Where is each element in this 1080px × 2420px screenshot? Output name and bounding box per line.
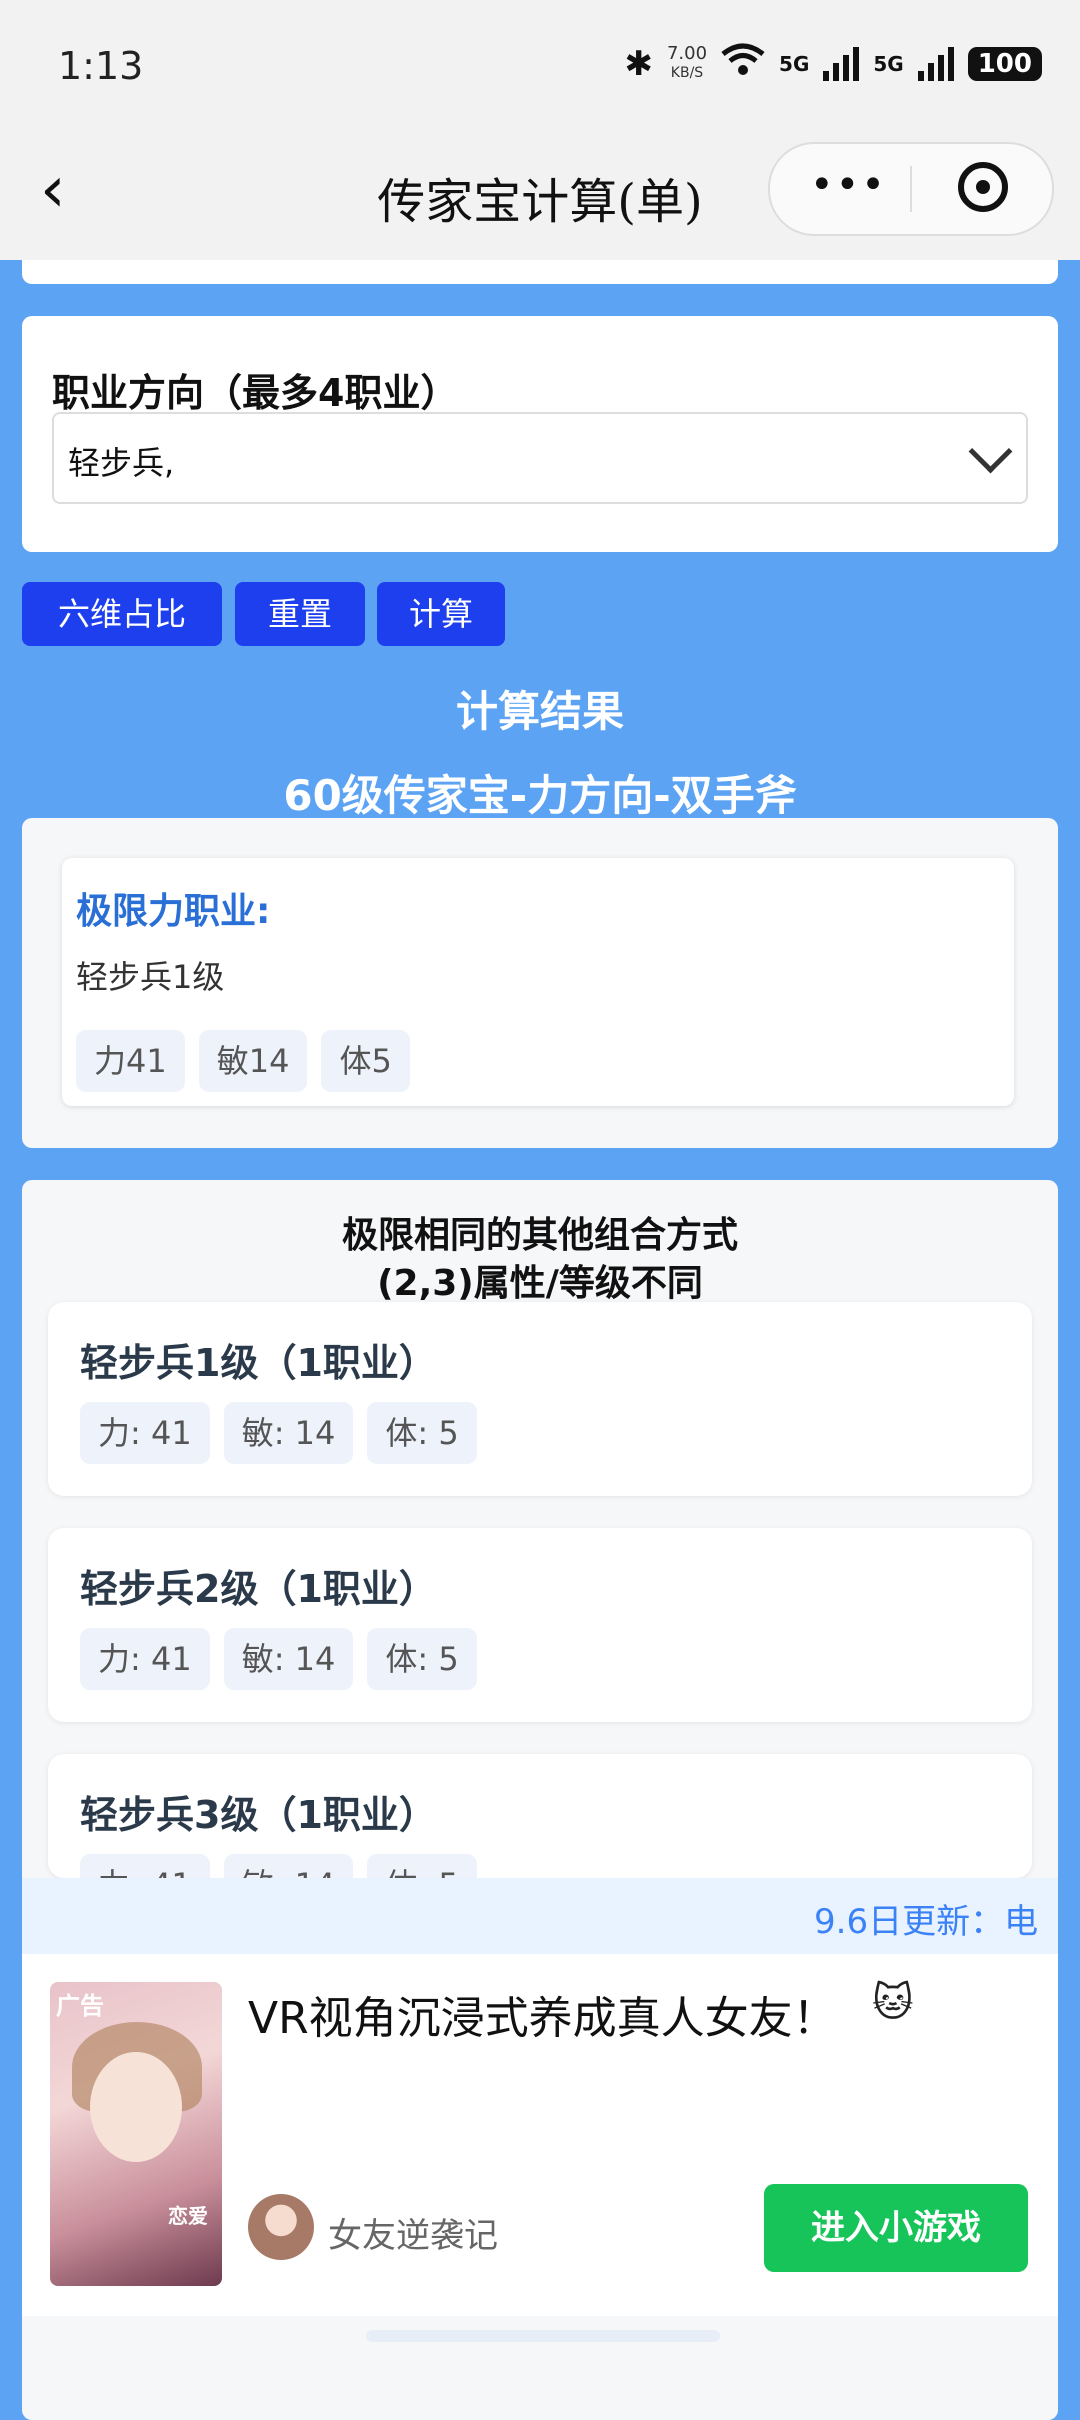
wifi-icon	[721, 42, 765, 85]
limit-title: 极限力职业:	[76, 891, 271, 932]
status-bar: 1:13 ✱ 7.00 KB/S 5G 5G 100	[0, 0, 1080, 130]
ratio-button[interactable]: 六维占比	[22, 582, 222, 646]
stat-chip: 敏: 14	[223, 1854, 354, 1878]
stat-chip: 敏: 14	[223, 1402, 354, 1464]
combo-name: 轻步兵2级（1职业）	[80, 1567, 437, 1611]
combo-item: 轻步兵2级（1职业） 力: 41 敏: 14 体: 5	[48, 1528, 1032, 1722]
capsule-divider	[910, 166, 912, 212]
nav-bar: ‹ 传家宝计算(单) •••	[0, 130, 1080, 260]
ad-tag: 广告	[56, 1992, 104, 2020]
combo-stats: 力: 41 敏: 14 体: 5	[80, 1402, 477, 1464]
result-heading: 计算结果	[455, 687, 624, 736]
bluetooth-icon: ✱	[624, 43, 653, 84]
combo-item: 轻步兵3级（1职业） 力: 41 敏: 14 体: 5	[48, 1754, 1032, 1878]
combo-name: 轻步兵1级（1职业）	[80, 1341, 437, 1385]
home-indicator[interactable]	[366, 2330, 720, 2342]
career-card: 职业方向（最多4职业） 轻步兵,	[22, 316, 1058, 552]
more-dots-icon[interactable]: •••	[810, 162, 887, 208]
ad-source-name: 女友逆袭记	[328, 2216, 498, 2256]
ad-avatar	[248, 2194, 314, 2260]
chevron-down-icon	[968, 429, 1013, 474]
stat-chip: 力41	[76, 1030, 185, 1092]
update-marquee: 9.6日更新：电	[22, 1878, 1058, 1954]
battery-indicator: 100	[967, 46, 1042, 81]
combo-heading-line2: (2,3)属性/等级不同	[377, 1263, 703, 1304]
close-target-icon[interactable]	[958, 162, 1008, 212]
stat-chip: 敏: 14	[223, 1628, 354, 1690]
career-selected-value: 轻步兵,	[68, 444, 175, 482]
signal-2-icon	[917, 46, 954, 81]
ad-title[interactable]: VR视角沉浸式养成真人女友！	[248, 1982, 837, 2046]
career-select[interactable]: 轻步兵,	[52, 412, 1028, 504]
career-label: 职业方向（最多4职业）	[52, 371, 459, 415]
status-time: 1:13	[58, 44, 144, 88]
status-icons: ✱ 7.00 KB/S 5G 5G 100	[624, 42, 1042, 85]
stat-chip: 体: 5	[367, 1402, 477, 1464]
reset-button[interactable]: 重置	[235, 582, 365, 646]
signal-1-icon	[823, 46, 860, 81]
stat-chip: 体: 5	[367, 1628, 477, 1690]
ad-thumb-face	[90, 2052, 182, 2162]
combo-heading-line1: 极限相同的其他组合方式	[341, 1215, 738, 1256]
mini-program-capsule: •••	[768, 142, 1054, 236]
calculate-button[interactable]: 计算	[377, 582, 505, 646]
ad-thumb-caption: 恋爱	[168, 2204, 208, 2228]
enter-game-button[interactable]: 进入小游戏	[764, 2184, 1028, 2272]
combo-stats: 力: 41 敏: 14 体: 5	[80, 1628, 477, 1690]
result-subheading: 60级传家宝-力方向-双手斧	[283, 771, 797, 820]
stat-chip: 敏14	[198, 1030, 308, 1092]
stat-chip: 力: 41	[80, 1854, 210, 1878]
signal-2-label: 5G	[873, 51, 904, 76]
net-speed-unit: KB/S	[670, 65, 704, 81]
stat-chip: 体5	[321, 1030, 410, 1092]
limit-panel: 极限力职业: 轻步兵1级 力41 敏14 体5	[62, 858, 1014, 1106]
net-speed-value: 7.00	[666, 43, 708, 64]
ad-thumbnail[interactable]: 广告 恋爱	[50, 1982, 222, 2286]
stat-chip: 体: 5	[367, 1854, 477, 1878]
previous-card-edge	[22, 260, 1058, 284]
result-card: 极限力职业: 轻步兵1级 力41 敏14 体5	[22, 818, 1058, 1148]
combo-item: 轻步兵1级（1职业） 力: 41 敏: 14 体: 5	[48, 1302, 1032, 1496]
limit-stats: 力41 敏14 体5	[76, 1030, 410, 1092]
marquee-text: 9.6日更新：电	[814, 1902, 1039, 1942]
combo-stats: 力: 41 敏: 14 体: 5	[80, 1854, 477, 1878]
stat-chip: 力: 41	[80, 1628, 210, 1690]
signal-1-label: 5G	[779, 51, 810, 76]
ad-card[interactable]: 广告 恋爱 VR视角沉浸式养成真人女友！ 🐱 女友逆袭记 进入小游戏	[22, 1954, 1058, 2316]
net-speed: 7.00 KB/S	[667, 45, 707, 82]
cat-emoji-icon: 🐱	[872, 1980, 914, 2026]
combo-name: 轻步兵3级（1职业）	[80, 1793, 437, 1837]
stat-chip: 力: 41	[80, 1402, 210, 1464]
limit-job: 轻步兵1级	[76, 958, 225, 996]
